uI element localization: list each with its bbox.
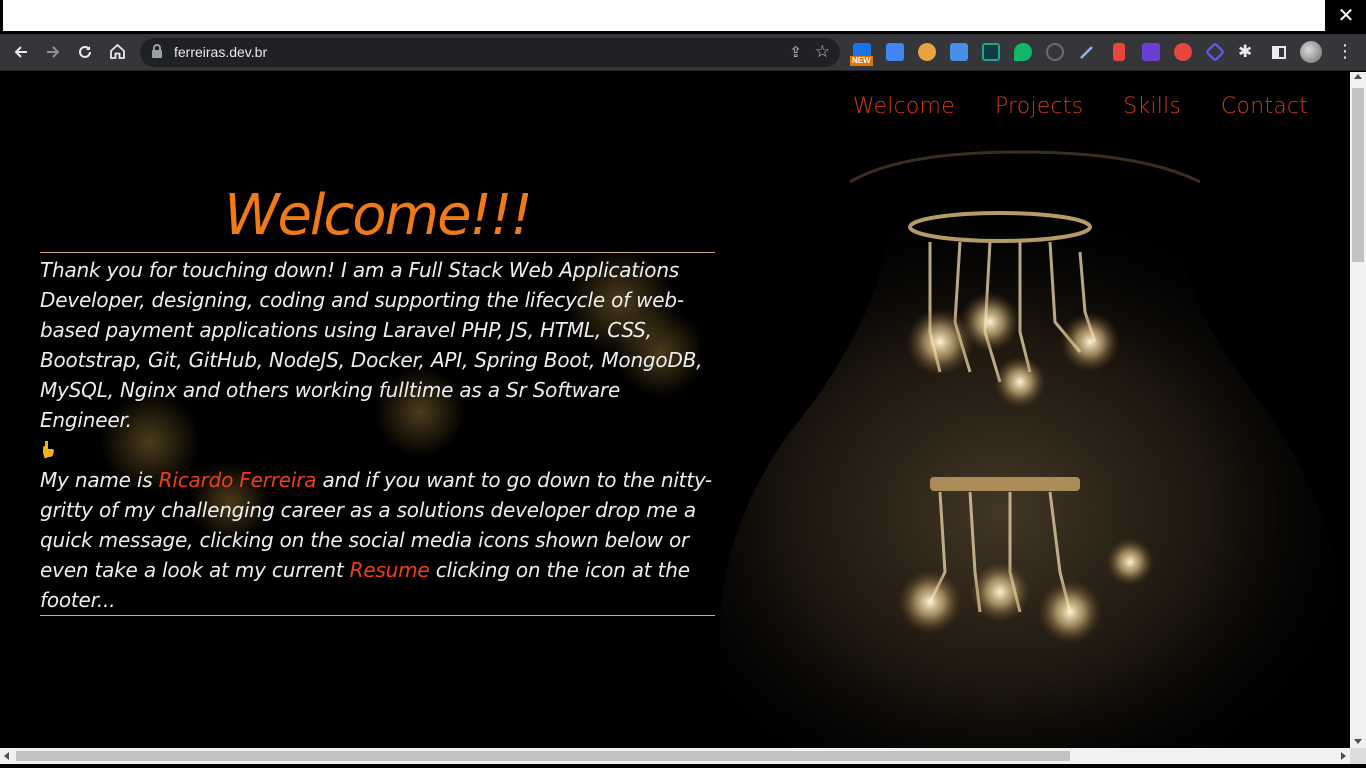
scroll-up-arrow-icon[interactable] <box>1354 74 1362 79</box>
forward-button[interactable] <box>37 34 69 71</box>
page-title: Welcome!!! <box>224 183 533 248</box>
translate-extension-icon[interactable] <box>950 43 968 61</box>
browser-toolbar: ferreiras.dev.br ⇪ ☆ NEW ✱ ⋮ <box>0 34 1366 71</box>
welcome-section: Welcome!!! Thank you for touching down! … <box>40 180 715 616</box>
scrollbar-corner <box>1350 748 1366 764</box>
top-divider <box>40 252 715 253</box>
extension-icon[interactable] <box>1204 41 1226 63</box>
home-icon <box>109 43 125 59</box>
lock-icon[interactable] <box>152 44 162 58</box>
eye-extension-icon[interactable] <box>1046 43 1064 61</box>
bookmark-star-icon[interactable]: ☆ <box>815 38 830 67</box>
nav-contact-link[interactable]: Contact <box>1221 94 1308 119</box>
extension-icon[interactable] <box>1142 43 1160 61</box>
back-button[interactable] <box>5 34 37 71</box>
url-text: ferreiras.dev.br <box>174 44 268 60</box>
pointing-down-icon <box>43 441 54 459</box>
reload-icon <box>79 45 91 58</box>
bottom-divider <box>40 615 715 616</box>
arrow-right-icon <box>47 46 60 58</box>
reload-button[interactable] <box>69 34 101 71</box>
intro-text: Thank you for touching down! I am a Full… <box>40 258 703 432</box>
extension-icon[interactable] <box>982 43 1000 61</box>
nav-skills-link[interactable]: Skills <box>1123 94 1181 119</box>
window-bottom-edge <box>0 764 1366 768</box>
profile-avatar[interactable] <box>1300 41 1322 63</box>
address-bar[interactable]: ferreiras.dev.br ⇪ ☆ <box>140 38 840 67</box>
extension-icon[interactable] <box>1014 43 1032 61</box>
scroll-right-arrow-icon[interactable] <box>1341 752 1346 760</box>
nav-projects-link[interactable]: Projects <box>995 94 1083 119</box>
scroll-left-arrow-icon[interactable] <box>4 752 9 760</box>
extension-icon[interactable] <box>1174 43 1192 61</box>
extension-icon[interactable] <box>1113 43 1125 61</box>
nav-welcome-link[interactable]: Welcome <box>853 94 955 119</box>
author-name-link[interactable]: Ricardo Ferreira <box>159 468 317 492</box>
name-prefix: My name is <box>40 468 159 492</box>
light-bulb-background-image <box>718 150 1345 748</box>
browser-menu-icon[interactable]: ⋮ <box>1335 34 1355 70</box>
page-viewport: Welcome Projects Skills Contact Welcome!… <box>0 72 1350 748</box>
share-icon[interactable]: ⇪ <box>789 38 802 67</box>
pen-extension-icon[interactable] <box>1078 43 1096 61</box>
home-button[interactable] <box>101 34 133 71</box>
window-title-area <box>3 0 1325 31</box>
scroll-down-arrow-icon[interactable] <box>1354 739 1362 744</box>
extension-icon[interactable] <box>918 43 936 61</box>
horizontal-scroll-thumb[interactable] <box>16 751 1070 761</box>
horizontal-scrollbar[interactable] <box>0 748 1350 764</box>
window-title-strip: ✕ <box>0 0 1366 32</box>
arrow-left-icon <box>14 46 27 58</box>
side-panel-icon[interactable] <box>1272 46 1286 59</box>
resume-link[interactable]: Resume <box>350 558 430 582</box>
new-badge: NEW <box>850 56 873 66</box>
site-nav: Welcome Projects Skills Contact <box>853 94 1308 119</box>
extensions-puzzle-icon[interactable]: ✱ <box>1238 42 1252 62</box>
intro-paragraph: Thank you for touching down! I am a Full… <box>40 253 715 615</box>
extension-icon[interactable] <box>886 43 904 61</box>
vertical-scroll-thumb[interactable] <box>1352 88 1364 262</box>
close-window-button[interactable]: ✕ <box>1326 0 1366 32</box>
vertical-scrollbar[interactable] <box>1350 72 1366 748</box>
